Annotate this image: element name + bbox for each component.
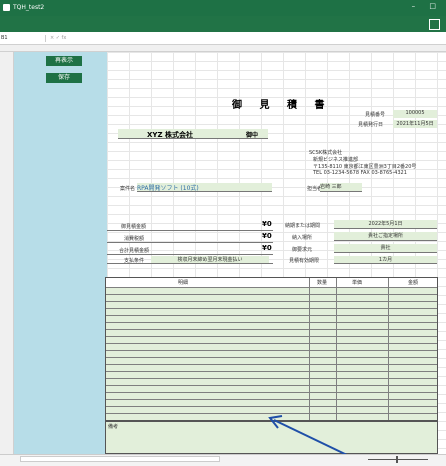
column-header bbox=[0, 45, 446, 52]
grand-value: ¥0 bbox=[262, 244, 272, 252]
col-divider bbox=[309, 278, 310, 420]
requester-label: 御要求元 bbox=[292, 247, 313, 253]
side-panel bbox=[14, 52, 107, 454]
printer-icon[interactable] bbox=[429, 19, 440, 30]
row-header bbox=[0, 52, 14, 454]
document-title: 御 見 積 書 bbox=[232, 100, 332, 111]
zoom-slider-thumb[interactable] bbox=[396, 456, 398, 463]
window-title: TQH_test2 bbox=[13, 4, 45, 11]
sheet-scrollbar[interactable] bbox=[20, 456, 220, 462]
tax-label: 消費税額 bbox=[124, 236, 145, 242]
grand-label: 合計見積金額 bbox=[119, 248, 150, 254]
delivery-place-value[interactable]: 貴社ご指定場所 bbox=[334, 232, 437, 241]
formula-bar: B1 × ✓ fx bbox=[0, 32, 446, 45]
save-button[interactable]: 保存 bbox=[46, 73, 82, 83]
title-bar: TQH_test2 – □ bbox=[0, 0, 446, 16]
project-value[interactable]: RPA開発ソフト (10式) bbox=[137, 183, 272, 192]
col-qty-header: 数量 bbox=[317, 280, 328, 286]
delivery-date-label: 納期または期間 bbox=[285, 223, 321, 229]
client-honorific: 御中 bbox=[246, 132, 259, 139]
company-tel: TEL 03-1234-5678 FAX 03-8765-4321 bbox=[313, 170, 407, 176]
remarks-label: 備考 bbox=[108, 424, 119, 430]
ribbon bbox=[0, 16, 446, 32]
delivery-place-label: 納入場所 bbox=[292, 235, 313, 241]
col-divider bbox=[388, 278, 389, 420]
col-item-header: 明細 bbox=[178, 280, 189, 286]
validity-value[interactable]: 1カ月 bbox=[334, 256, 437, 264]
name-box-value: B1 bbox=[1, 35, 8, 41]
total-label: 御見積金額 bbox=[121, 224, 147, 230]
excel-app-icon bbox=[3, 4, 10, 11]
payment-value[interactable]: 検収月末締め翌月末現金払い bbox=[151, 256, 269, 263]
project-label: 案件名 bbox=[120, 186, 136, 192]
issue-date-label: 見積発行日 bbox=[358, 122, 384, 128]
client-name: XYZ 株式会社 bbox=[147, 131, 193, 139]
items-table[interactable] bbox=[105, 277, 438, 421]
delivery-date-value[interactable]: 2022年5月1日 bbox=[334, 220, 437, 229]
col-divider bbox=[336, 278, 337, 420]
validity-label: 見積有効期限 bbox=[289, 258, 320, 264]
formula-controls[interactable]: × ✓ fx bbox=[50, 35, 66, 41]
company-address: 〒135-8110 東京都江東区豊洲3丁目2番20号 bbox=[313, 164, 417, 170]
company-name: SCSK株式会社 bbox=[309, 150, 343, 156]
total-value: ¥0 bbox=[262, 220, 272, 228]
estimate-no-label: 見積番号 bbox=[365, 112, 386, 118]
person-value[interactable]: 岩崎 三郎 bbox=[320, 183, 362, 192]
name-box[interactable]: B1 bbox=[1, 35, 46, 42]
tax-value: ¥0 bbox=[262, 232, 272, 240]
estimate-no-value[interactable]: 100005 bbox=[393, 110, 437, 118]
window-controls[interactable]: – □ bbox=[412, 2, 442, 10]
col-amount-header: 金額 bbox=[408, 280, 419, 286]
redisplay-button[interactable]: 再表示 bbox=[46, 56, 82, 66]
requester-value[interactable]: 貴社 bbox=[334, 244, 437, 253]
payment-label: 支払条件 bbox=[124, 258, 145, 264]
zoom-slider[interactable] bbox=[368, 459, 428, 460]
company-dept: 新規ビジネス推進部 bbox=[313, 157, 359, 163]
col-unit-header: 単価 bbox=[352, 280, 363, 286]
issue-date-value[interactable]: 2021年11月5日 bbox=[393, 120, 437, 128]
